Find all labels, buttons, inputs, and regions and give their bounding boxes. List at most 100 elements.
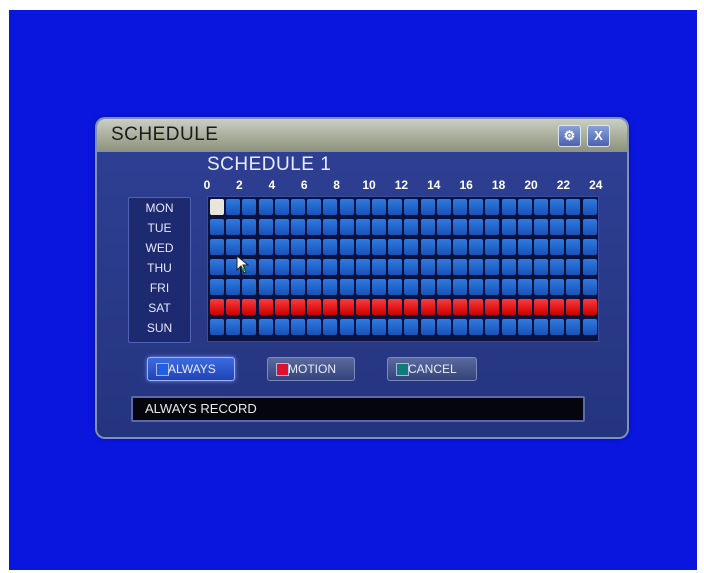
schedule-cell[interactable] — [388, 319, 403, 335]
schedule-cell[interactable] — [534, 259, 548, 275]
schedule-cell[interactable] — [517, 199, 532, 215]
schedule-cell[interactable] — [210, 279, 224, 295]
schedule-cell[interactable] — [517, 259, 532, 275]
schedule-cell[interactable] — [372, 219, 386, 235]
schedule-cell[interactable] — [258, 259, 273, 275]
schedule-cell[interactable] — [404, 259, 419, 275]
schedule-cell[interactable] — [469, 319, 484, 335]
schedule-cell[interactable] — [307, 279, 322, 295]
schedule-cell[interactable] — [566, 239, 581, 255]
schedule-cell[interactable] — [355, 279, 370, 295]
schedule-cell[interactable] — [323, 299, 338, 315]
schedule-cell[interactable] — [566, 219, 581, 235]
schedule-cell[interactable] — [436, 199, 451, 215]
schedule-cell[interactable] — [501, 279, 516, 295]
schedule-cell[interactable] — [436, 219, 451, 235]
schedule-cell[interactable] — [582, 299, 597, 315]
schedule-cell[interactable] — [485, 299, 500, 315]
schedule-cell[interactable] — [550, 259, 565, 275]
schedule-cell[interactable] — [534, 239, 548, 255]
schedule-cell[interactable] — [291, 259, 305, 275]
schedule-cell[interactable] — [420, 259, 435, 275]
schedule-cell[interactable] — [469, 299, 484, 315]
schedule-cell[interactable] — [404, 319, 419, 335]
schedule-cell[interactable] — [339, 199, 354, 215]
schedule-cell[interactable] — [242, 319, 257, 335]
schedule-cell[interactable] — [517, 319, 532, 335]
schedule-cell[interactable] — [339, 259, 354, 275]
schedule-cell[interactable] — [534, 319, 548, 335]
schedule-cell[interactable] — [420, 219, 435, 235]
schedule-cell[interactable] — [323, 239, 338, 255]
schedule-cell[interactable] — [436, 319, 451, 335]
schedule-cell[interactable] — [453, 319, 467, 335]
schedule-cell[interactable] — [453, 259, 467, 275]
schedule-cell[interactable] — [355, 199, 370, 215]
schedule-cell[interactable] — [274, 219, 289, 235]
schedule-cell[interactable] — [210, 319, 224, 335]
schedule-cell[interactable] — [372, 299, 386, 315]
schedule-cell[interactable] — [517, 279, 532, 295]
schedule-cell[interactable] — [420, 199, 435, 215]
schedule-cell[interactable] — [453, 299, 467, 315]
schedule-cell[interactable] — [323, 319, 338, 335]
schedule-cell[interactable] — [420, 239, 435, 255]
schedule-cell[interactable] — [307, 319, 322, 335]
schedule-cell[interactable] — [226, 239, 241, 255]
schedule-cell[interactable] — [582, 199, 597, 215]
schedule-cell[interactable] — [226, 279, 241, 295]
schedule-cell[interactable] — [226, 299, 241, 315]
schedule-cell[interactable] — [323, 279, 338, 295]
schedule-cell[interactable] — [388, 299, 403, 315]
schedule-cell[interactable] — [517, 219, 532, 235]
schedule-cell[interactable] — [469, 199, 484, 215]
schedule-cell[interactable] — [501, 319, 516, 335]
cancel-button[interactable]: CANCEL — [387, 357, 477, 381]
schedule-cell[interactable] — [226, 319, 241, 335]
schedule-cell[interactable] — [210, 259, 224, 275]
schedule-cell[interactable] — [323, 259, 338, 275]
settings-button[interactable]: ⚙ — [558, 125, 581, 147]
schedule-cell[interactable] — [582, 239, 597, 255]
always-button[interactable]: ALWAYS — [147, 357, 235, 381]
schedule-cell[interactable] — [274, 199, 289, 215]
schedule-cell[interactable] — [372, 199, 386, 215]
schedule-cell[interactable] — [566, 319, 581, 335]
schedule-cell[interactable] — [339, 299, 354, 315]
schedule-cell[interactable] — [307, 219, 322, 235]
schedule-cell[interactable] — [420, 299, 435, 315]
schedule-cell[interactable] — [291, 299, 305, 315]
schedule-cell[interactable] — [258, 299, 273, 315]
schedule-cell[interactable] — [307, 239, 322, 255]
schedule-cell[interactable] — [339, 319, 354, 335]
schedule-cell[interactable] — [242, 219, 257, 235]
schedule-cell[interactable] — [501, 199, 516, 215]
schedule-cell[interactable] — [274, 279, 289, 295]
schedule-grid[interactable] — [207, 196, 599, 342]
schedule-cell[interactable] — [436, 239, 451, 255]
schedule-cell[interactable] — [485, 199, 500, 215]
schedule-cell[interactable] — [485, 259, 500, 275]
schedule-cell[interactable] — [469, 219, 484, 235]
schedule-cell[interactable] — [550, 299, 565, 315]
schedule-cell[interactable] — [210, 199, 224, 215]
schedule-cell[interactable] — [501, 219, 516, 235]
schedule-cell[interactable] — [339, 239, 354, 255]
schedule-cell[interactable] — [501, 239, 516, 255]
schedule-cell[interactable] — [355, 219, 370, 235]
schedule-cell[interactable] — [566, 299, 581, 315]
schedule-cell[interactable] — [485, 319, 500, 335]
schedule-cell[interactable] — [420, 279, 435, 295]
schedule-cell[interactable] — [550, 319, 565, 335]
schedule-cell[interactable] — [566, 199, 581, 215]
schedule-cell[interactable] — [388, 199, 403, 215]
schedule-cell[interactable] — [355, 319, 370, 335]
schedule-cell[interactable] — [566, 279, 581, 295]
schedule-cell[interactable] — [453, 219, 467, 235]
schedule-cell[interactable] — [388, 279, 403, 295]
schedule-cell[interactable] — [550, 239, 565, 255]
schedule-cell[interactable] — [307, 199, 322, 215]
schedule-cell[interactable] — [258, 199, 273, 215]
schedule-cell[interactable] — [307, 259, 322, 275]
schedule-cell[interactable] — [210, 219, 224, 235]
